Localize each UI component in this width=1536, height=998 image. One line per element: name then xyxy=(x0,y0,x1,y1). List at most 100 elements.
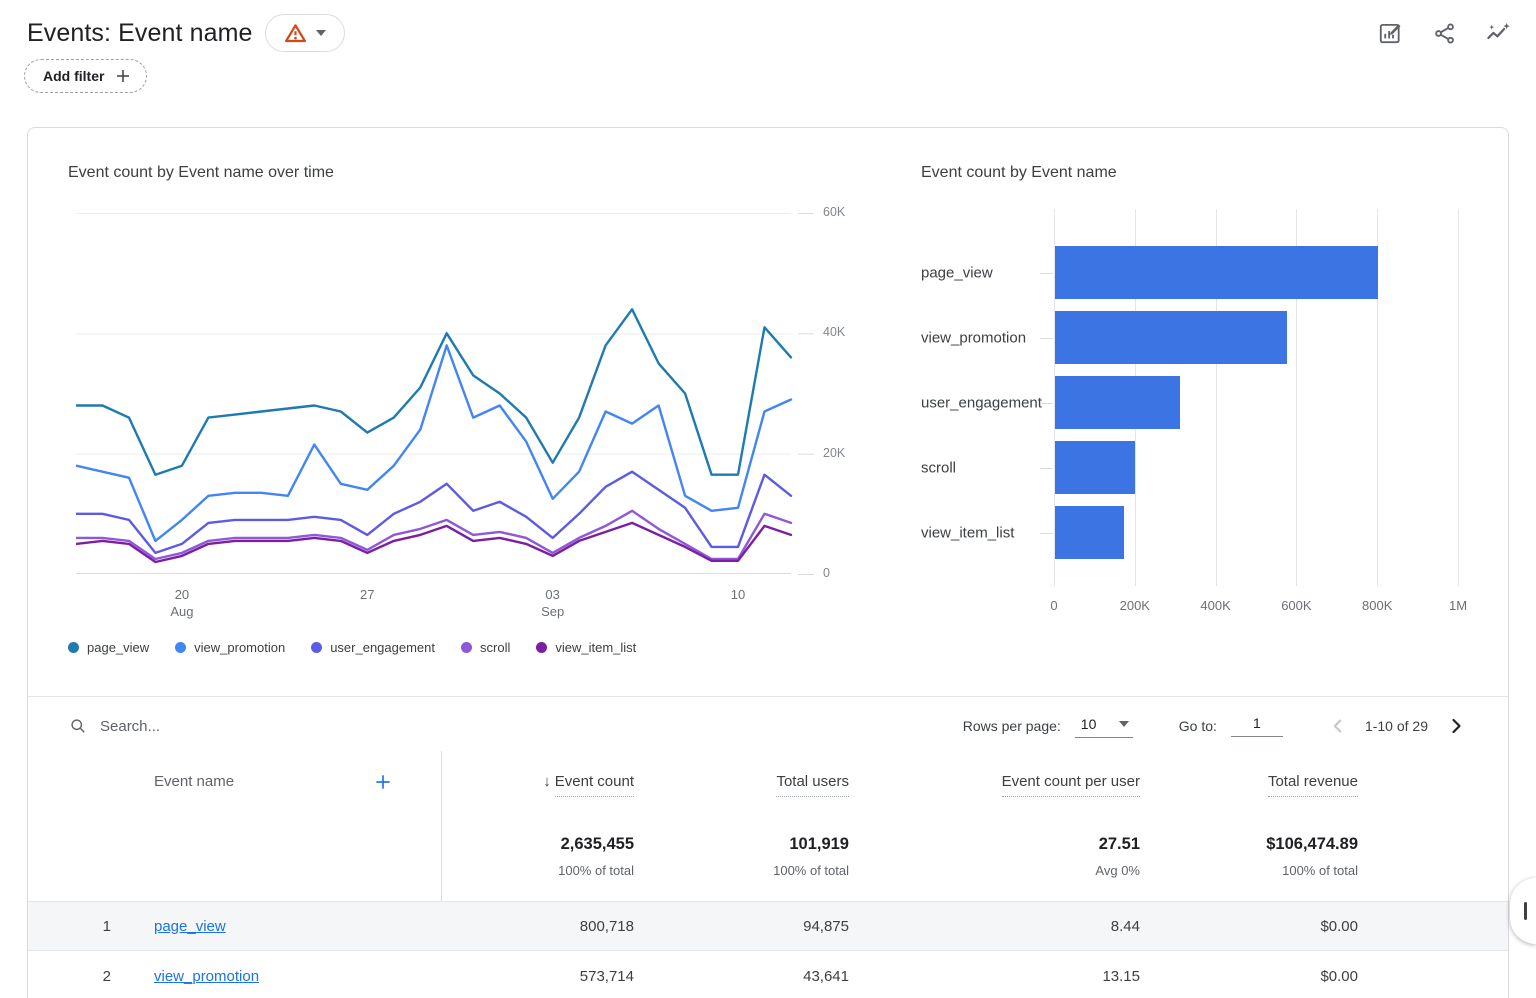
x-tick-label: 1M xyxy=(1426,598,1490,613)
search-input[interactable] xyxy=(100,718,400,735)
y-tick-label: 40K xyxy=(823,325,865,339)
x-tick-label: 200K xyxy=(1103,598,1167,613)
event-count-cell: 800,718 xyxy=(441,918,634,935)
bar-category-label: view_promotion xyxy=(921,328,1049,347)
x-tick-label: 0 xyxy=(1022,598,1086,613)
chevron-down-icon xyxy=(1119,721,1129,727)
filter-bar: Add filter xyxy=(24,59,147,93)
chevron-left-icon xyxy=(1327,715,1349,737)
legend-dot xyxy=(536,642,547,653)
chart-legend: page_view view_promotion user_engagement sc… xyxy=(68,640,636,655)
bar-view_item_list xyxy=(1055,506,1124,559)
line-chart-title: Event count by Event name over time xyxy=(68,164,334,182)
tick-mark xyxy=(1040,403,1053,404)
sort-descending-icon: ↓ xyxy=(543,773,551,790)
x-tick-label: 27 xyxy=(335,586,399,603)
legend-dot xyxy=(461,642,472,653)
bar-scroll xyxy=(1055,441,1135,494)
go-to-control: Go to: xyxy=(1179,715,1283,737)
column-header-event-count-per-user[interactable]: Event count per user xyxy=(849,751,1140,817)
legend-item-view_promotion: view_promotion xyxy=(175,640,285,655)
search-box xyxy=(68,716,963,736)
legend-item-page_view: page_view xyxy=(68,640,149,655)
legend-dot xyxy=(311,642,322,653)
next-page-button[interactable] xyxy=(1442,712,1470,740)
line-chart xyxy=(76,213,816,575)
customize-report-button[interactable] xyxy=(1376,19,1404,47)
legend-dot xyxy=(175,642,186,653)
event-count-per-user-cell: 8.44 xyxy=(849,918,1140,935)
bar-category-label: view_item_list xyxy=(921,523,1049,542)
total-users-cell: 43,641 xyxy=(634,968,849,985)
row-number-header xyxy=(28,751,141,817)
table-row: 1 page_view 800,718 94,875 8.44 $0.00 xyxy=(28,901,1508,951)
tick-mark xyxy=(1040,468,1053,469)
previous-page-button xyxy=(1325,713,1351,739)
header-actions xyxy=(1376,19,1512,47)
bar-category-label: page_view xyxy=(921,263,1049,282)
rows-per-page-value: 10 xyxy=(1081,716,1097,732)
bar-user_engagement xyxy=(1055,376,1180,429)
bar-chart-title: Event count by Event name xyxy=(921,164,1117,182)
data-quality-chip[interactable] xyxy=(265,14,345,52)
legend-dot xyxy=(68,642,79,653)
bar-view_promotion xyxy=(1055,311,1287,364)
x-tick-label: 400K xyxy=(1184,598,1248,613)
go-to-label: Go to: xyxy=(1179,718,1217,734)
column-header-event-count[interactable]: ↓Event count xyxy=(441,751,634,817)
bar-page_view xyxy=(1055,246,1378,299)
pagination: 1-10 of 29 xyxy=(1325,712,1470,740)
tick-mark xyxy=(1040,273,1053,274)
rows-per-page-select[interactable]: 10 xyxy=(1075,714,1133,738)
column-header-event-name[interactable]: Event name xyxy=(141,751,441,817)
total-revenue-cell: $0.00 xyxy=(1140,968,1358,985)
legend-item-user_engagement: user_engagement xyxy=(311,640,435,655)
plus-icon xyxy=(373,772,393,792)
event-name-cell: page_view xyxy=(141,918,441,935)
share-button[interactable] xyxy=(1430,19,1458,47)
bar-chart xyxy=(1054,209,1458,586)
go-to-page-input[interactable] xyxy=(1231,715,1283,737)
insights-button[interactable] xyxy=(1484,19,1512,47)
share-icon xyxy=(1432,21,1457,46)
table-toolbar: Rows per page: 10 Go to: 1-10 of 29 xyxy=(68,701,1470,751)
totals-total-revenue: $106,474.89 100% of total xyxy=(1140,817,1358,901)
column-header-total-users[interactable]: Total users xyxy=(634,751,849,817)
table-header-row: Event name ↓Event count Total users Even… xyxy=(28,751,1508,817)
page-title: Events: Event name xyxy=(27,19,253,48)
row-index: 2 xyxy=(28,968,141,985)
add-filter-label: Add filter xyxy=(43,68,104,84)
report-card: Event count by Event name over time Even… xyxy=(27,127,1509,998)
x-tick-label: 03Sep xyxy=(521,586,585,620)
table-row: 2 view_promotion 573,714 43,641 13.15 $0… xyxy=(28,951,1508,998)
event-link-page-view[interactable]: page_view xyxy=(154,918,226,935)
insights-panel-handle[interactable] xyxy=(1510,878,1536,944)
rows-per-page-label: Rows per page: xyxy=(963,718,1061,734)
event-count-per-user-cell: 13.15 xyxy=(849,968,1140,985)
divider xyxy=(28,696,1508,697)
add-filter-button[interactable]: Add filter xyxy=(24,59,147,93)
event-name-cell: view_promotion xyxy=(141,968,441,985)
report-header: Events: Event name xyxy=(27,12,1512,54)
event-count-cell: 573,714 xyxy=(441,968,634,985)
y-tick-label: 20K xyxy=(823,446,865,460)
chevron-down-icon xyxy=(316,30,326,36)
bar-category-label: user_engagement xyxy=(921,393,1049,412)
warning-icon xyxy=(283,21,308,46)
tick-mark xyxy=(1040,533,1053,534)
event-link-view-promotion[interactable]: view_promotion xyxy=(154,968,259,985)
add-dimension-button[interactable] xyxy=(367,767,399,799)
plus-icon xyxy=(114,67,132,85)
totals-total-users: 101,919 100% of total xyxy=(634,817,849,901)
x-tick-label: 800K xyxy=(1345,598,1409,613)
handle-bar-icon xyxy=(1524,902,1527,920)
edit-chart-icon xyxy=(1377,20,1403,46)
legend-item-view_item_list: view_item_list xyxy=(536,640,636,655)
chevron-right-icon xyxy=(1444,714,1468,738)
column-header-total-revenue[interactable]: Total revenue xyxy=(1140,751,1358,817)
insights-icon xyxy=(1485,20,1512,47)
pagination-range: 1-10 of 29 xyxy=(1365,718,1428,734)
total-users-cell: 94,875 xyxy=(634,918,849,935)
y-tick-label: 60K xyxy=(823,205,865,219)
legend-item-scroll: scroll xyxy=(461,640,510,655)
